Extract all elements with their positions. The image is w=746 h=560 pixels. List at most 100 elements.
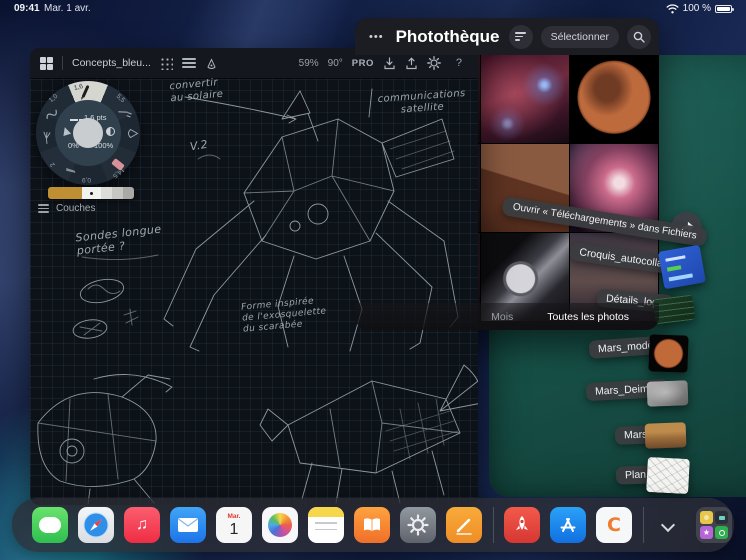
camera-mini-icon (715, 511, 728, 524)
wifi-icon (665, 3, 679, 13)
music-note-icon: ♫ (136, 516, 148, 533)
c-swirl-icon: C (607, 514, 621, 536)
color-swatch-light-gray[interactable] (101, 187, 112, 199)
clock: 09:41 (14, 3, 40, 14)
dock-collapse-button[interactable] (657, 516, 679, 534)
layers-menu-icon[interactable] (181, 57, 196, 69)
zoom-level[interactable]: 59% (299, 58, 319, 69)
precision-grid-icon[interactable] (159, 56, 173, 70)
export-button[interactable] (405, 56, 418, 70)
concepts-window: Concepts_bleu... 59% 90° PRO ? convertir… (30, 48, 478, 505)
battery-icon (715, 4, 734, 13)
dock-divider (643, 507, 644, 543)
date: Mar. 1 avr. (44, 3, 91, 14)
color-swatch-dark-gray[interactable] (123, 187, 134, 199)
drag-thumbnail-logo[interactable] (652, 294, 696, 325)
pen-icon (456, 518, 472, 535)
pen-nib-icon[interactable] (205, 57, 218, 70)
chevron-down-icon (660, 517, 676, 533)
message-bubble-icon (39, 517, 61, 533)
dock-item-notes[interactable] (308, 507, 344, 543)
rotation-value[interactable]: 90° (328, 58, 343, 69)
export-icon (406, 56, 417, 69)
import-icon (384, 56, 395, 69)
record-mini-icon (715, 526, 728, 539)
photo-tile-nebula[interactable] (481, 55, 569, 143)
dock-item-color-app[interactable]: C (596, 507, 632, 543)
nib-tool-icon[interactable] (126, 128, 139, 140)
annotation-comms: communications satellite (377, 87, 466, 116)
layers-button[interactable]: Couches (38, 203, 95, 214)
status-bar: 09:41 Mar. 1 avr. 100 % (0, 0, 746, 18)
tool-size: 0,9 (82, 176, 92, 183)
drag-thumbnail-mars[interactable] (644, 422, 687, 449)
dock-item-settings[interactable] (400, 507, 436, 543)
annotation-version: V.2 (189, 137, 209, 154)
search-button[interactable] (627, 24, 651, 49)
photos-title: Photothèque (395, 26, 500, 46)
annotation-convert: convertir au solaire (169, 77, 224, 105)
photos-bottom-tabs: Mois Toutes les photos (355, 303, 659, 330)
rocket-icon (516, 516, 528, 530)
color-swatch-gray[interactable] (112, 187, 123, 199)
drag-thumbnail-mars-deimos[interactable] (646, 380, 689, 407)
app-group-icon: ★ (700, 511, 728, 539)
photos-header: ••• Photothèque Sélectionner (355, 18, 659, 55)
color-swatch-gold[interactable] (48, 187, 82, 199)
app-grid-icon[interactable] (40, 56, 53, 70)
dock-item-safari[interactable] (78, 507, 114, 543)
envelope-icon (178, 518, 198, 532)
color-swatch-white-selected[interactable] (82, 187, 101, 199)
more-icon[interactable]: ••• (367, 29, 386, 45)
battery-percent: 100 % (682, 3, 711, 14)
dock-item-app-store[interactable] (550, 507, 586, 543)
drag-thumbnail-mars-model[interactable] (648, 334, 689, 373)
annotation-beetle: Forme inspirée de l'exosquelette du scar… (240, 296, 327, 335)
photo-tile-mars-globe[interactable] (570, 55, 658, 143)
help-button[interactable]: ? (450, 56, 468, 70)
dock-item-music[interactable]: ♫ (124, 507, 160, 543)
star-mini-icon: ★ (700, 526, 713, 539)
color-swatch-bar (48, 187, 134, 199)
dock-divider (493, 507, 494, 543)
drag-thumbnail-stickers[interactable] (658, 244, 706, 290)
tab-months[interactable]: Mois (487, 309, 517, 325)
document-title[interactable]: Concepts_bleu... (72, 57, 151, 69)
pro-badge[interactable]: PRO (352, 58, 374, 69)
calendar-day: 1 (229, 520, 239, 538)
dock-item-recent-apps[interactable]: ★ (696, 507, 732, 543)
tool-wheel[interactable]: 1,0 1,6 5,5 14,5 0,9 2 1,6 pts 0% 100% (36, 81, 140, 185)
layers-icon (38, 204, 49, 213)
select-button[interactable]: Sélectionner (540, 25, 619, 48)
annotation-probes: Sondes longue portée ? (74, 222, 163, 258)
drag-thumbnail-plan[interactable] (646, 456, 690, 495)
dock-item-calendar[interactable]: Mar. 1 (216, 507, 252, 543)
contrast-icon (106, 127, 115, 136)
dock-item-drawing-app[interactable] (446, 507, 482, 543)
filter-button[interactable] (508, 24, 533, 49)
dock: ♫ Mar. 1 C ★ (12, 498, 734, 552)
notes-icon (308, 507, 344, 517)
ipad-screen: 09:41 Mar. 1 avr. 100 % ••• Photothèque … (0, 0, 746, 560)
dock-item-photos[interactable] (262, 507, 298, 543)
dock-item-books[interactable] (354, 507, 390, 543)
search-icon (633, 31, 645, 43)
layers-label: Couches (56, 203, 96, 214)
gear-icon (426, 56, 441, 70)
tab-all-photos[interactable]: Toutes les photos (543, 309, 633, 325)
tips-mini-icon (700, 511, 713, 524)
dock-item-messages[interactable] (32, 507, 68, 543)
settings-button[interactable] (426, 56, 441, 70)
tool-wheel-center[interactable] (73, 118, 103, 148)
wire-brush-tool-icon[interactable] (42, 130, 52, 145)
open-book-icon (364, 518, 380, 532)
drawing-canvas[interactable]: convertir au solaire communications sate… (30, 77, 478, 505)
gear-icon (407, 514, 429, 536)
dock-item-rocket-app[interactable] (504, 507, 540, 543)
dock-item-mail[interactable] (170, 507, 206, 543)
filter-icon (515, 32, 527, 41)
photos-flower-icon (268, 513, 292, 537)
compass-icon (83, 512, 109, 538)
appstore-icon (560, 518, 576, 532)
import-button[interactable] (383, 56, 396, 70)
